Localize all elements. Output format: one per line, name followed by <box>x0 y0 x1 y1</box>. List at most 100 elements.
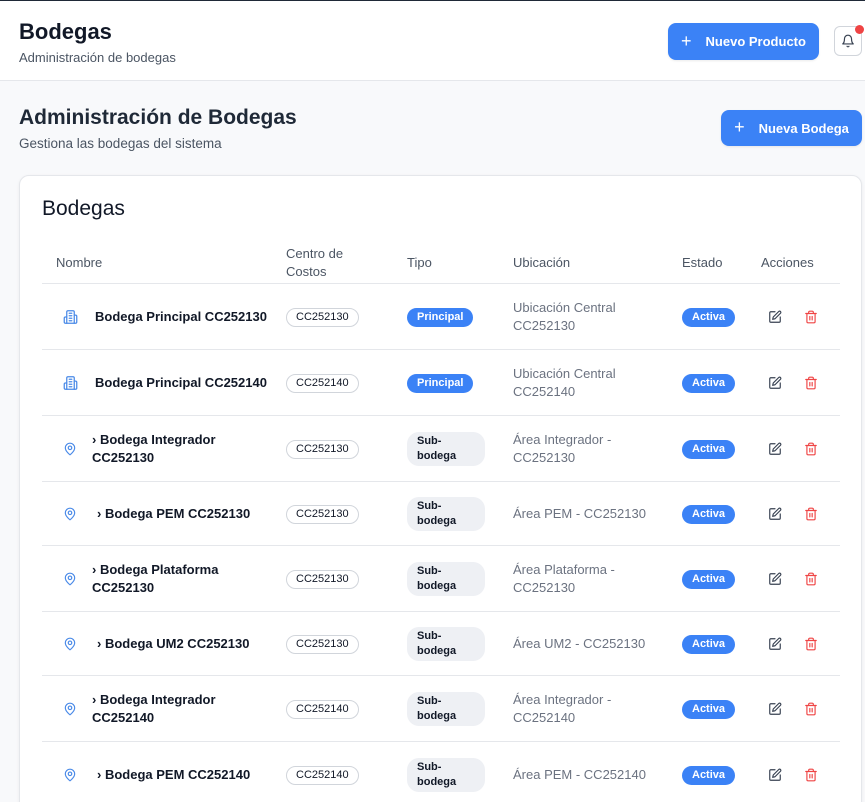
delete-icon[interactable] <box>804 376 818 390</box>
ubicacion-line1: Área PEM - CC252130 <box>513 505 646 521</box>
bodegas-card: Bodegas Nombre Centro de Costos Tipo Ubi… <box>19 175 862 802</box>
delete-icon[interactable] <box>804 768 818 782</box>
ubicacion-line1: Área Plataforma - <box>513 561 615 577</box>
map-pin-icon <box>63 768 77 782</box>
bodega-name-line1: Bodega UM2 CC252130 <box>104 635 250 651</box>
table-row: › Bodega Plataforma CC252130 CC252130 Su… <box>42 546 840 612</box>
ubicacion-cell: Área PEM - CC252130 <box>513 505 646 523</box>
edit-icon[interactable] <box>768 442 782 456</box>
ubicacion-cell: Área Integrador - CC252140 <box>513 691 611 727</box>
column-header-centro-line2: Costos <box>286 264 327 279</box>
table-row: Bodega Principal CC252140 CC252140 Princ… <box>42 350 840 416</box>
tipo-badge: Principal <box>407 307 474 327</box>
column-header-centro-line1: Centro de <box>286 246 344 261</box>
cost-center-badge: CC252130 <box>286 439 359 459</box>
ubicacion-cell: Ubicación Central CC252130 <box>513 299 616 335</box>
tipo-cell: Sub-bodega <box>407 496 485 531</box>
edit-icon[interactable] <box>768 572 782 586</box>
expand-chevron-icon[interactable]: › <box>97 636 101 651</box>
table-row: › Bodega Integrador CC252130 CC252130 Su… <box>42 416 840 482</box>
tipo-badge: Sub-bodega <box>407 496 485 531</box>
delete-icon[interactable] <box>804 572 818 586</box>
delete-icon[interactable] <box>804 637 818 651</box>
tipo-badge: Sub-bodega <box>407 561 485 596</box>
ubicacion-line1: Área UM2 - CC252130 <box>513 635 646 651</box>
expand-chevron-icon[interactable]: › <box>92 562 96 577</box>
tipo-cell: Sub-bodega <box>407 431 485 466</box>
tipo-badge-line1: Sub- <box>417 434 442 447</box>
bodega-name: › Bodega PEM CC252130 <box>97 505 250 523</box>
tipo-badge-line2: bodega <box>417 709 457 722</box>
bodega-name: Bodega Principal CC252130 <box>95 308 267 326</box>
edit-icon[interactable] <box>768 507 782 521</box>
map-pin-icon <box>63 572 77 586</box>
ubicacion-line1: Ubicación Central <box>513 299 616 315</box>
tipo-cell: Sub-bodega <box>407 561 485 596</box>
tipo-badge: Sub-bodega <box>407 431 485 466</box>
bodega-name-line1: Bodega Principal CC252130 <box>95 308 267 324</box>
cost-center-cell: CC252130 <box>286 504 359 524</box>
estado-cell: Activa <box>682 634 736 654</box>
expand-chevron-icon[interactable]: › <box>97 767 101 782</box>
ubicacion-line2: CC252140 <box>513 709 576 725</box>
edit-icon[interactable] <box>768 637 782 651</box>
cost-center-badge: CC252140 <box>286 699 359 719</box>
estado-cell: Activa <box>682 699 736 719</box>
status-badge: Activa <box>682 634 736 654</box>
bodega-name-line2: CC252140 <box>92 709 155 725</box>
cost-center-cell: CC252130 <box>286 439 359 459</box>
ubicacion-line1: Área PEM - CC252140 <box>513 766 646 782</box>
table-row: › Bodega Integrador CC252140 CC252140 Su… <box>42 676 840 742</box>
estado-cell: Activa <box>682 373 736 393</box>
edit-icon[interactable] <box>768 702 782 716</box>
cost-center-cell: CC252140 <box>286 765 359 785</box>
edit-icon[interactable] <box>768 768 782 782</box>
new-product-button[interactable]: + Nuevo Producto <box>668 23 819 60</box>
plus-icon: + <box>734 117 745 137</box>
header-subtitle: Administración de bodegas <box>19 50 176 65</box>
bodega-name-line2: CC252130 <box>92 449 155 465</box>
status-badge: Activa <box>682 765 736 785</box>
status-badge: Activa <box>682 569 736 589</box>
notifications-button[interactable] <box>834 25 864 56</box>
bodega-name-line1: Bodega PEM CC252140 <box>104 766 251 782</box>
table-row: › Bodega PEM CC252130 CC252130 Sub-bodeg… <box>42 482 840 546</box>
tipo-cell: Sub-bodega <box>407 626 485 661</box>
bodega-name-line1: Bodega Principal CC252140 <box>95 374 267 390</box>
page-title: Administración de Bodegas <box>19 106 297 129</box>
cost-center-badge: CC252130 <box>286 569 359 589</box>
status-badge: Activa <box>682 504 736 524</box>
edit-icon[interactable] <box>768 310 782 324</box>
tipo-badge-line1: Sub- <box>417 499 442 512</box>
cost-center-badge: CC252140 <box>286 373 359 393</box>
bodega-name-line2: CC252130 <box>92 579 155 595</box>
ubicacion-line2: CC252130 <box>513 317 576 333</box>
cost-center-cell: CC252130 <box>286 634 359 654</box>
status-badge: Activa <box>682 307 736 327</box>
tipo-badge: Sub-bodega <box>407 691 485 726</box>
tipo-cell: Sub-bodega <box>407 691 485 726</box>
edit-icon[interactable] <box>768 376 782 390</box>
delete-icon[interactable] <box>804 507 818 521</box>
bodega-name: › Bodega UM2 CC252130 <box>97 635 249 653</box>
ubicacion-cell: Área Integrador - CC252130 <box>513 431 611 467</box>
cost-center-badge: CC252130 <box>286 307 359 327</box>
delete-icon[interactable] <box>804 702 818 716</box>
ubicacion-line1: Área Integrador - <box>513 691 612 707</box>
table-row: Bodega Principal CC252130 CC252130 Princ… <box>42 284 840 350</box>
estado-cell: Activa <box>682 439 736 459</box>
expand-chevron-icon[interactable]: › <box>97 506 101 521</box>
column-header-centro-costos: Centro de Costos <box>286 245 343 281</box>
cost-center-cell: CC252130 <box>286 307 359 327</box>
app-header: Bodegas Administración de bodegas + Nuev… <box>0 1 865 81</box>
ubicacion-line2: CC252140 <box>513 383 576 399</box>
expand-chevron-icon[interactable]: › <box>92 432 96 447</box>
tipo-badge-line2: bodega <box>417 514 457 527</box>
new-product-label: Nuevo Producto <box>705 34 806 49</box>
expand-chevron-icon[interactable]: › <box>92 692 96 707</box>
new-bodega-button[interactable]: + Nueva Bodega <box>721 110 862 146</box>
column-header-ubicacion: Ubicación <box>513 255 571 270</box>
delete-icon[interactable] <box>804 310 818 324</box>
notification-dot <box>855 25 864 34</box>
delete-icon[interactable] <box>804 442 818 456</box>
